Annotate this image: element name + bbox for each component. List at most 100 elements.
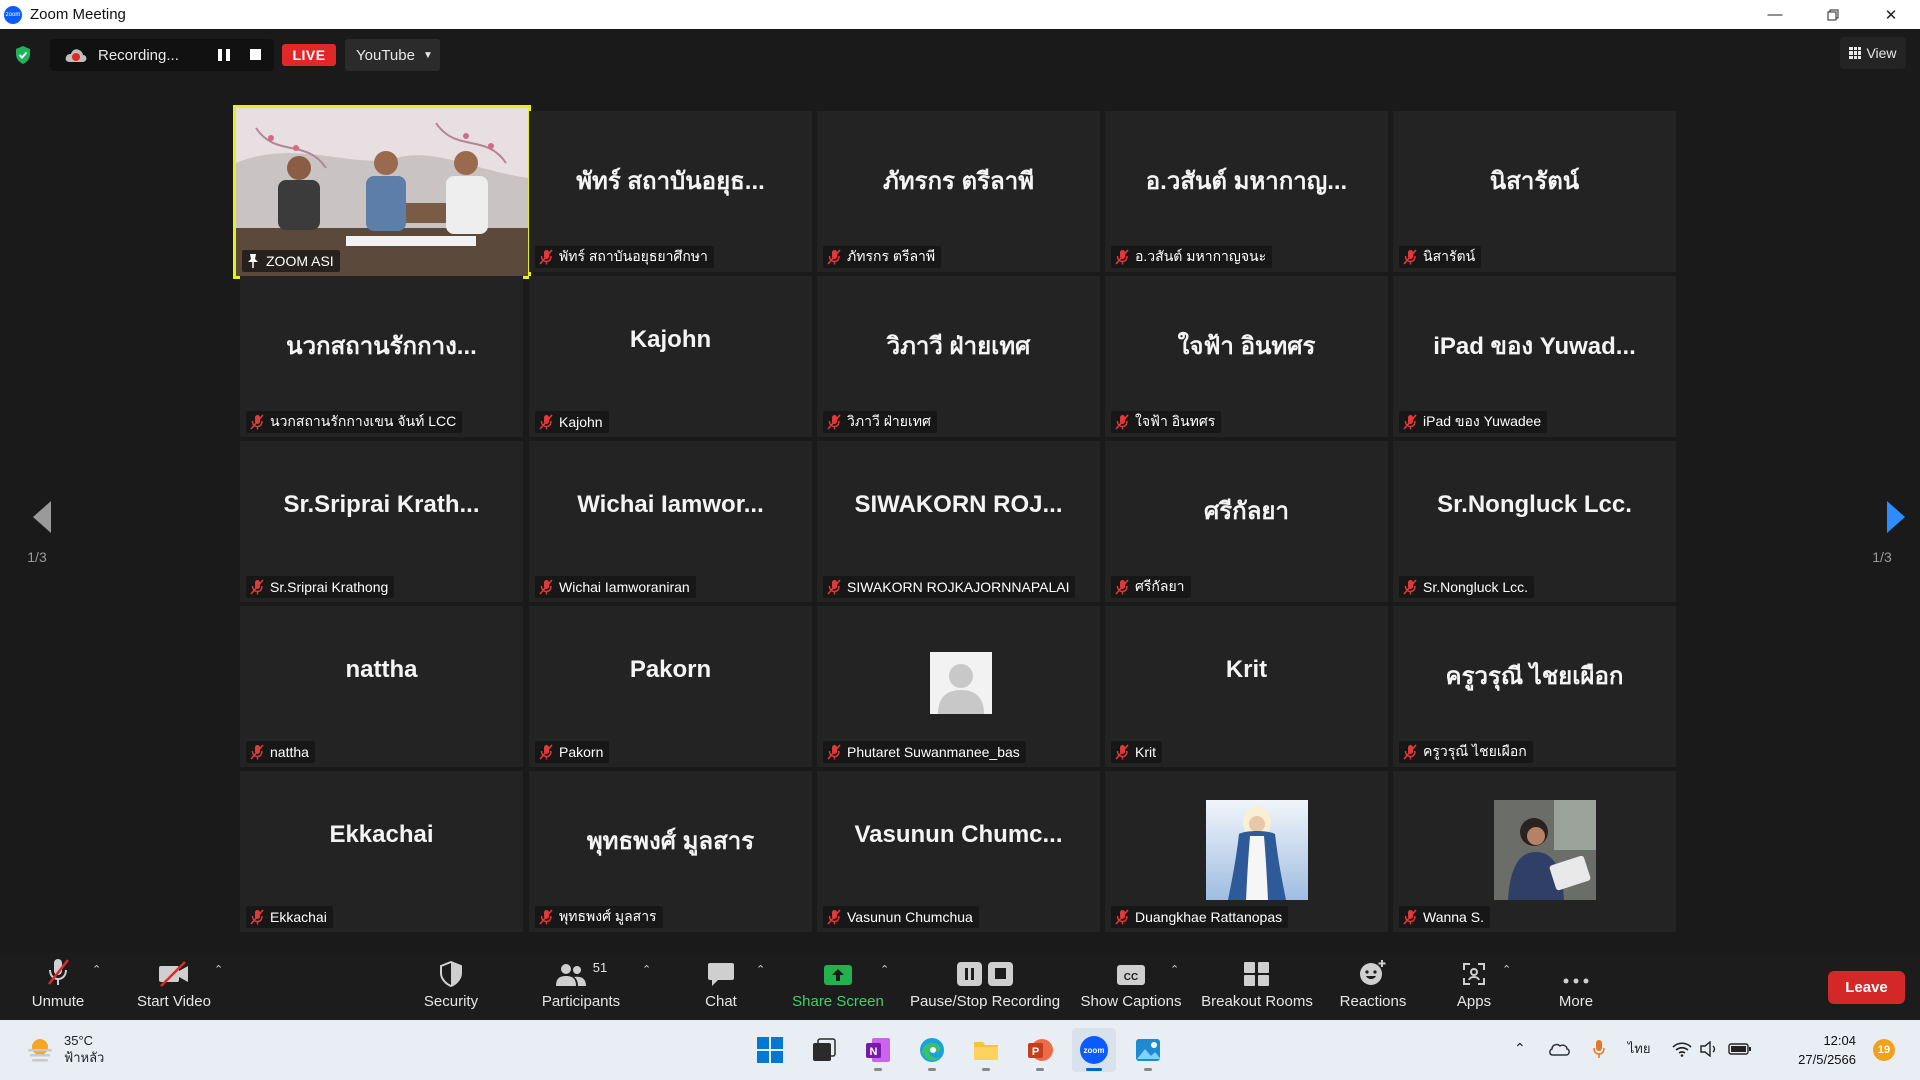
participant-name-label: ใจฟ้า อินทศร [1111,411,1222,433]
more-button[interactable]: More [1556,953,1596,1020]
reactions-label: Reactions [1339,993,1407,1010]
participant-name-label: พุทธพงศ์ มูลสาร [535,906,663,928]
participant-tile[interactable]: ศรีกัลยา ศรีกัลยา [1105,441,1388,602]
chevron-up-icon[interactable]: ⌃ [1514,1040,1526,1057]
participant-tile[interactable]: ZOOM ASI [233,105,531,279]
previous-page-button[interactable]: 1/3 [7,500,67,565]
onedrive-cloud-icon[interactable] [1548,1042,1570,1056]
audio-options-caret[interactable]: ⌃ [92,963,101,976]
participant-display-name: Ekkachai [329,821,434,848]
participant-tile[interactable]: SIWAKORN ROJ... SIWAKORN ROJKAJORNNAPALAI [817,441,1100,602]
file-explorer-app[interactable] [964,1028,1008,1072]
onenote-app[interactable]: N [856,1028,900,1072]
svg-text:N: N [870,1046,878,1058]
zoom-taskbar-app[interactable]: zoom [1072,1028,1116,1072]
participant-tile[interactable]: นวกสถานรักกาง... นวกสถานรักกางเขน จันท์ L… [240,276,523,437]
apps-button[interactable]: Apps [1456,953,1492,1020]
participant-tile[interactable]: Wichai Iamwor... Wichai Iamworaniran [529,441,812,602]
participant-tile[interactable]: Sr.Sriprai Krath... Sr.Sriprai Krathong [240,441,523,602]
participant-tile[interactable]: Pakorn Pakorn [529,606,812,767]
show-captions-button[interactable]: CC Show Captions [1080,953,1182,1020]
participant-tile[interactable]: Kajohn Kajohn [529,276,812,437]
view-button[interactable]: View [1840,37,1906,69]
notification-badge[interactable]: 19 [1873,1039,1895,1061]
meeting-toolbar: Unmute ⌃ Start Video ⌃ Security 51 Parti… [0,953,1920,1020]
wifi-icon[interactable] [1672,1041,1693,1057]
taskbar-clock[interactable]: 12:04 27/5/2566 [1786,1031,1856,1069]
share-options-caret[interactable]: ⌃ [880,963,889,976]
microphone-tray-icon[interactable] [1592,1039,1606,1059]
encryption-shield-icon[interactable] [14,45,32,65]
leave-button[interactable]: Leave [1828,971,1905,1004]
microphone-muted-icon [539,249,553,265]
start-video-button[interactable]: Start Video [132,953,216,1020]
taskbar-apps: N P zoom [748,1028,1180,1072]
participant-tile[interactable]: Phutaret Suwanmanee_bas [817,606,1100,767]
microphone-muted-icon [539,744,553,760]
battery-icon[interactable] [1728,1042,1752,1056]
edge-icon [920,1038,944,1062]
speaker-icon[interactable] [1700,1040,1720,1057]
participant-tile[interactable]: Vasunun Chumc... Vasunun Chumchua [817,771,1100,932]
participant-tile[interactable]: พัทร์ สถาบันอยุธ... พัทร์ สถาบันอยุธยาศึก… [529,111,812,272]
participant-tile[interactable]: Sr.Nongluck Lcc. Sr.Nongluck Lcc. [1393,441,1676,602]
participant-name-label: วิภาวี ฝ่ายเทศ [823,411,937,433]
edge-browser-app[interactable] [910,1028,954,1072]
participant-tile[interactable]: nattha nattha [240,606,523,767]
next-page-button[interactable]: 1/3 [1852,500,1912,565]
chat-button[interactable]: Chat [700,953,742,1020]
weather-widget[interactable]: 35°C ฟ้าหลัว [26,1032,104,1066]
participant-tile[interactable]: iPad ของ Yuwad... iPad ของ Yuwadee [1393,276,1676,437]
captions-options-caret[interactable]: ⌃ [1170,963,1179,976]
chat-label: Chat [705,993,737,1010]
participant-tile[interactable]: พุทธพงศ์ มูลสาร พุทธพงศ์ มูลสาร [529,771,812,932]
system-tray: ⌃ ไทย [1514,1038,1774,1059]
share-screen-button[interactable]: Share Screen [792,953,884,1020]
breakout-rooms-button[interactable]: Breakout Rooms [1200,953,1314,1020]
participant-tile[interactable]: Duangkhae Rattanopas [1105,771,1388,932]
video-options-caret[interactable]: ⌃ [214,963,223,976]
apps-label: Apps [1456,993,1492,1010]
microphone-muted-icon [827,249,841,265]
security-button[interactable]: Security [418,953,484,1020]
grid-icon [1849,47,1862,59]
participant-tile[interactable]: Ekkachai Ekkachai [240,771,523,932]
participants-button[interactable]: 51 Participants [538,953,624,1020]
task-view-button[interactable] [802,1028,846,1072]
input-language[interactable]: ไทย [1628,1038,1651,1059]
participant-name-label: SIWAKORN ROJKAJORNNAPALAI [823,576,1076,598]
apps-icon [1463,963,1485,985]
participant-tile[interactable]: วิภาวี ฝ่ายเทศ วิภาวี ฝ่ายเทศ [817,276,1100,437]
participant-tile[interactable]: Wanna S. [1393,771,1676,932]
participant-name: นวกสถานรักกางเขน จันท์ LCC [270,413,457,429]
pause-stop-recording-button[interactable]: Pause/Stop Recording [908,953,1062,1020]
close-button[interactable]: ✕ [1862,0,1920,29]
clock-time: 12:04 [1823,1033,1856,1048]
closed-captions-icon: CC [1117,965,1145,985]
participant-name: Wanna S. [1423,909,1484,925]
participant-name: Sr.Sriprai Krathong [270,579,389,595]
participant-tile[interactable]: Krit Krit [1105,606,1388,767]
reactions-button[interactable]: Reactions [1338,953,1408,1020]
powerpoint-app[interactable]: P [1018,1028,1062,1072]
participant-tile[interactable]: ใจฟ้า อินทศร ใจฟ้า อินทศร [1105,276,1388,437]
zoom-icon: zoom [1080,1036,1108,1064]
window-title: Zoom Meeting [30,6,126,23]
participant-tile[interactable]: ครูวรุณี ไชยเผือก ครูวรุณี ไชยเผือก [1393,606,1676,767]
participant-name: พุทธพงศ์ มูลสาร [559,908,657,924]
minimize-button[interactable]: — [1746,0,1804,29]
restore-button[interactable] [1804,0,1862,29]
stop-recording-button[interactable] [250,49,261,60]
participant-tile[interactable]: นิสารัตน์ นิสารัตน์ [1393,111,1676,272]
participant-tile[interactable]: อ.วสันต์ มหากาญ... อ.วสันต์ มหากาญจนะ [1105,111,1388,272]
participant-tile[interactable]: ภัทรกร ตรีลาพี ภัทรกร ตรีลาพี [817,111,1100,272]
microphone-muted-icon [539,414,553,430]
stream-target-dropdown[interactable]: YouTube ▼ [345,39,440,71]
apps-options-caret[interactable]: ⌃ [1502,963,1511,976]
participants-options-caret[interactable]: ⌃ [642,963,651,976]
chat-options-caret[interactable]: ⌃ [756,963,765,976]
unmute-button[interactable]: Unmute [22,953,94,1020]
pause-recording-button[interactable] [218,49,230,61]
photos-app[interactable] [1126,1028,1170,1072]
start-button[interactable] [748,1028,792,1072]
